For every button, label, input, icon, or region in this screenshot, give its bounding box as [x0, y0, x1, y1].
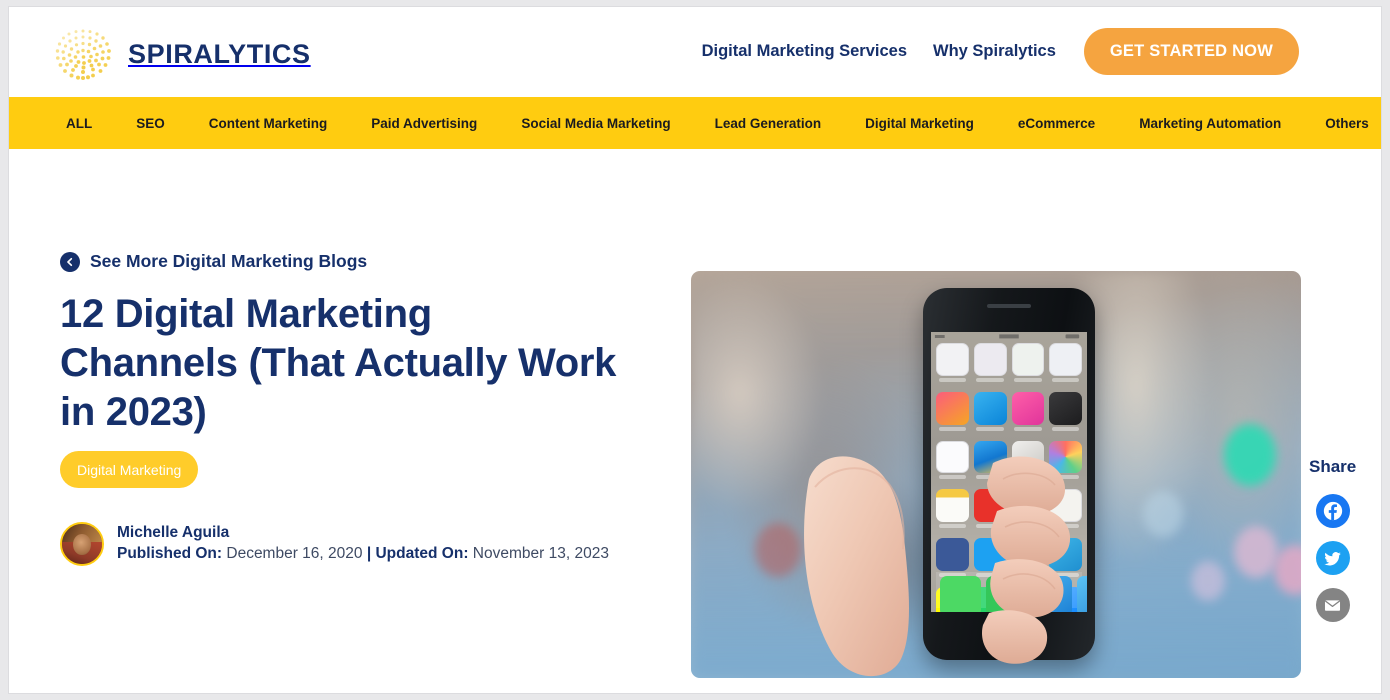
smartphone-graphic [923, 288, 1095, 660]
share-rail: Share [1309, 457, 1356, 622]
see-more-blogs-link[interactable]: See More Digital Marketing Blogs [60, 251, 367, 272]
category-nav: ALL SEO Content Marketing Paid Advertisi… [9, 97, 1381, 149]
site-header: SPIRALYTICS Digital Marketing Services W… [9, 7, 1381, 96]
updated-on-date: November 13, 2023 [472, 545, 609, 562]
category-ecommerce[interactable]: eCommerce [996, 116, 1117, 131]
category-nav-items: ALL SEO Content Marketing Paid Advertisi… [66, 115, 1381, 132]
category-all[interactable]: ALL [66, 116, 114, 131]
get-started-now-button[interactable]: GET STARTED NOW [1083, 28, 1299, 75]
category-social-media-marketing[interactable]: Social Media Marketing [499, 116, 692, 131]
phone-screen [931, 332, 1087, 612]
author-name: Michelle Aguila [117, 524, 230, 542]
dates-separator: | [366, 545, 372, 562]
published-on-label: Published On: [117, 545, 223, 562]
author-byline: Michelle Aguila Published On: December 1… [60, 522, 609, 566]
share-email-button[interactable] [1315, 588, 1350, 622]
category-seo[interactable]: SEO [114, 116, 187, 131]
page-title: 12 Digital Marketing Channels (That Actu… [60, 292, 617, 434]
brand-wordmark: SPIRALYTICS [128, 38, 311, 69]
nav-digital-marketing-services[interactable]: Digital Marketing Services [702, 42, 907, 61]
article-hero-section: See More Digital Marketing Blogs 12 Digi… [9, 149, 1381, 693]
hero-image [691, 271, 1301, 678]
category-content-marketing[interactable]: Content Marketing [187, 116, 350, 131]
category-digital-marketing[interactable]: Digital Marketing [843, 116, 996, 131]
category-paid-advertising[interactable]: Paid Advertising [349, 116, 499, 131]
share-facebook-button[interactable] [1315, 494, 1350, 528]
page-root: SPIRALYTICS Digital Marketing Services W… [8, 6, 1382, 694]
category-marketing-automation[interactable]: Marketing Automation [1117, 116, 1303, 131]
primary-nav: Digital Marketing Services Why Spiralyti… [702, 7, 1299, 96]
share-twitter-button[interactable] [1315, 541, 1350, 575]
updated-on-label: Updated On: [375, 545, 469, 562]
site-logo[interactable]: SPIRALYTICS [52, 25, 311, 83]
share-title: Share [1309, 457, 1357, 476]
email-icon [1325, 599, 1341, 611]
avatar [60, 522, 104, 566]
twitter-icon [1324, 551, 1341, 566]
category-lead-generation[interactable]: Lead Generation [693, 116, 844, 131]
nav-why-spiralytics[interactable]: Why Spiralytics [933, 42, 1056, 61]
publish-dates: Published On: December 16, 2020 | Update… [117, 544, 609, 565]
see-more-blogs-label: See More Digital Marketing Blogs [90, 251, 368, 271]
spiral-dots-logo-icon [55, 29, 111, 80]
category-tag-badge[interactable]: Digital Marketing [60, 451, 199, 488]
published-on-date: December 16, 2020 [226, 545, 363, 562]
category-others[interactable]: Others [1303, 116, 1381, 131]
chevron-left-circle-icon [60, 251, 80, 272]
phone-dock [936, 572, 1087, 612]
facebook-icon [1323, 501, 1342, 521]
